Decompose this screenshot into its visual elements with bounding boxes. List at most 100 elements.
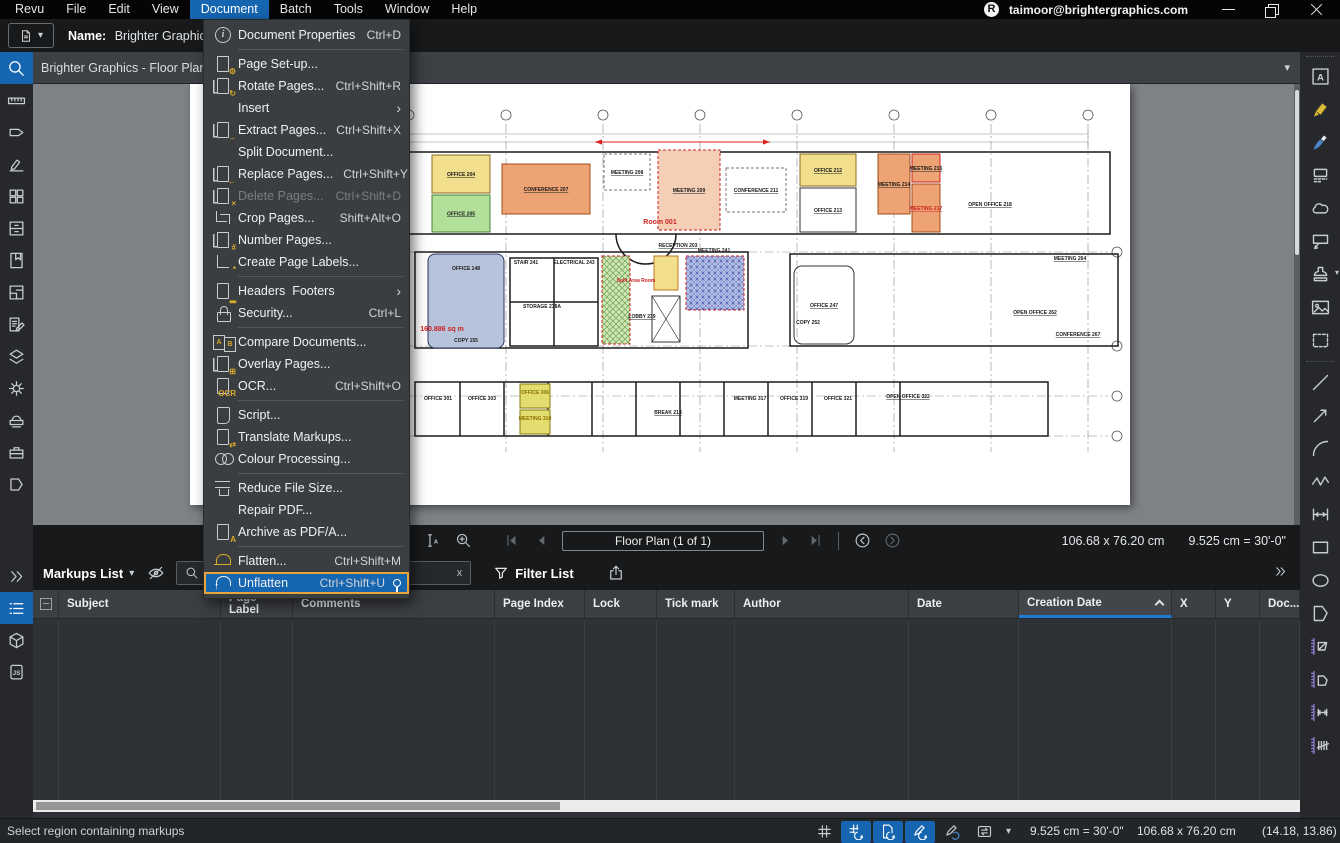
studio-icon[interactable] [0,404,33,436]
menu-item[interactable]: Extract Pages... Ctrl+Shift+X [204,119,409,141]
menu-item[interactable]: Insert › [204,97,409,119]
polygon-icon[interactable] [1300,597,1340,630]
arrow-icon[interactable] [1300,399,1340,432]
measure-icon[interactable] [0,84,33,116]
previous-view-icon[interactable] [847,528,877,554]
text-box-icon[interactable] [1300,60,1340,93]
flag-tag-icon[interactable] [0,116,33,148]
column-header[interactable]: Doc... [1260,590,1300,618]
expand-panel-icon[interactable] [0,560,33,592]
menu-item[interactable]: Unflatten Ctrl+Shift+U [204,572,409,594]
document-selector[interactable]: ▾ [8,23,54,48]
menu-item[interactable]: Headers Footers › [204,280,409,302]
spaces-icon[interactable] [0,276,33,308]
bookmarks-icon[interactable] [0,244,33,276]
minimize-button[interactable] [1212,0,1246,19]
restore-button[interactable] [1256,0,1290,19]
highlighter-icon[interactable] [1300,93,1340,126]
column-header[interactable]: Y [1216,590,1260,618]
dimension-icon[interactable] [1300,498,1340,531]
column-header[interactable]: Tick mark [657,590,735,618]
pen-icon[interactable] [1300,126,1340,159]
next-page-icon[interactable] [770,528,800,554]
polyline-icon[interactable] [1300,465,1340,498]
snap-to-document-icon[interactable] [873,821,903,843]
properties-icon[interactable] [0,372,33,404]
markups-horizontal-scrollbar[interactable] [33,800,1300,812]
image-icon[interactable] [1300,291,1340,324]
line-icon[interactable] [1300,366,1340,399]
cloud-icon[interactable] [1300,192,1340,225]
column-header[interactable]: Creation Date [1019,590,1172,618]
menu-item[interactable]: Translate Markups... [204,426,409,448]
javascript-icon[interactable] [0,656,33,688]
arc-icon[interactable] [1300,432,1340,465]
forms-icon[interactable] [0,308,33,340]
pin-icon[interactable] [393,579,401,587]
tool-chest-icon[interactable] [0,436,33,468]
filter-icon[interactable] [493,565,509,581]
menu-item[interactable]: Crop Pages... Shift+Alt+O [204,207,409,229]
menubar-item[interactable]: File [55,0,97,19]
menu-item[interactable]: Security... Ctrl+L [204,302,409,324]
layers-icon[interactable] [0,340,33,372]
column-header[interactable]: Author [735,590,909,618]
measure-count-icon[interactable] [1300,729,1340,762]
menu-item[interactable]: Split Document... [204,141,409,163]
scrollbar-thumb[interactable] [1295,90,1299,255]
export-summary-icon[interactable] [602,560,630,586]
menu-item[interactable]: Page Set-up... [204,53,409,75]
menubar-item[interactable]: Batch [269,0,323,19]
zoom-icon[interactable] [448,528,478,554]
filter-list-button[interactable]: Filter List [515,566,574,581]
callout-icon[interactable] [1300,225,1340,258]
menu-item[interactable]: Replace Pages... Ctrl+Shift+Y [204,163,409,185]
menu-item[interactable]: Repair PDF... [204,499,409,521]
menu-item[interactable]: OCR... Ctrl+Shift+O [204,375,409,397]
menu-item[interactable]: Flatten... Ctrl+Shift+M [204,550,409,572]
menu-item[interactable] [204,46,409,53]
menubar-item[interactable]: View [141,0,190,19]
select-text-icon[interactable] [418,528,448,554]
menu-item[interactable]: Document Properties Ctrl+D [204,24,409,46]
scrollbar-thumb[interactable] [36,802,560,810]
3d-model-tree-icon[interactable] [0,624,33,656]
menubar-item[interactable]: Tools [323,0,374,19]
snap-to-grid-icon[interactable] [841,821,871,843]
search-icon[interactable] [0,52,33,84]
column-header[interactable]: Page Index [495,590,585,618]
ellipse-icon[interactable] [1300,564,1340,597]
hide-markups-icon[interactable] [142,560,170,586]
menubar-item[interactable]: Help [440,0,488,19]
measure-area-icon[interactable] [1300,663,1340,696]
snapshot-icon[interactable] [1300,324,1340,357]
menubar-item[interactable]: Revu [4,0,55,19]
page-label-box[interactable]: Floor Plan (1 of 1) [562,531,764,551]
next-view-icon[interactable] [877,528,907,554]
menu-item[interactable] [204,324,409,331]
first-page-icon[interactable] [496,528,526,554]
menu-item[interactable]: Compare Documents... [204,331,409,353]
clear-search-icon[interactable]: x [457,567,463,579]
menu-item[interactable] [204,470,409,477]
account-email[interactable]: taimoor@brightergraphics.com [1009,3,1188,17]
last-page-icon[interactable] [800,528,830,554]
menu-item[interactable]: Reduce File Size... [204,477,409,499]
eraser-icon[interactable] [1300,159,1340,192]
menu-item[interactable]: Delete Pages... Ctrl+Shift+D [204,185,409,207]
menu-item[interactable]: Number Pages... [204,229,409,251]
menubar-item[interactable]: Window [374,0,440,19]
collapse-panel-icon[interactable] [1273,564,1288,582]
grid-icon[interactable] [809,821,839,843]
links-icon[interactable] [0,468,33,500]
column-header[interactable]: X [1172,590,1216,618]
menu-item[interactable]: Archive as PDF/A... [204,521,409,543]
menu-item[interactable]: Colour Processing... [204,448,409,470]
snap-to-markup-icon[interactable] [905,821,935,843]
draw-curve-icon[interactable] [937,821,967,843]
menubar-item[interactable]: Edit [97,0,141,19]
thumbnails-icon[interactable] [0,180,33,212]
menu-item[interactable] [204,543,409,550]
measure-length-icon[interactable] [1300,696,1340,729]
menu-item[interactable]: Rotate Pages... Ctrl+Shift+R [204,75,409,97]
